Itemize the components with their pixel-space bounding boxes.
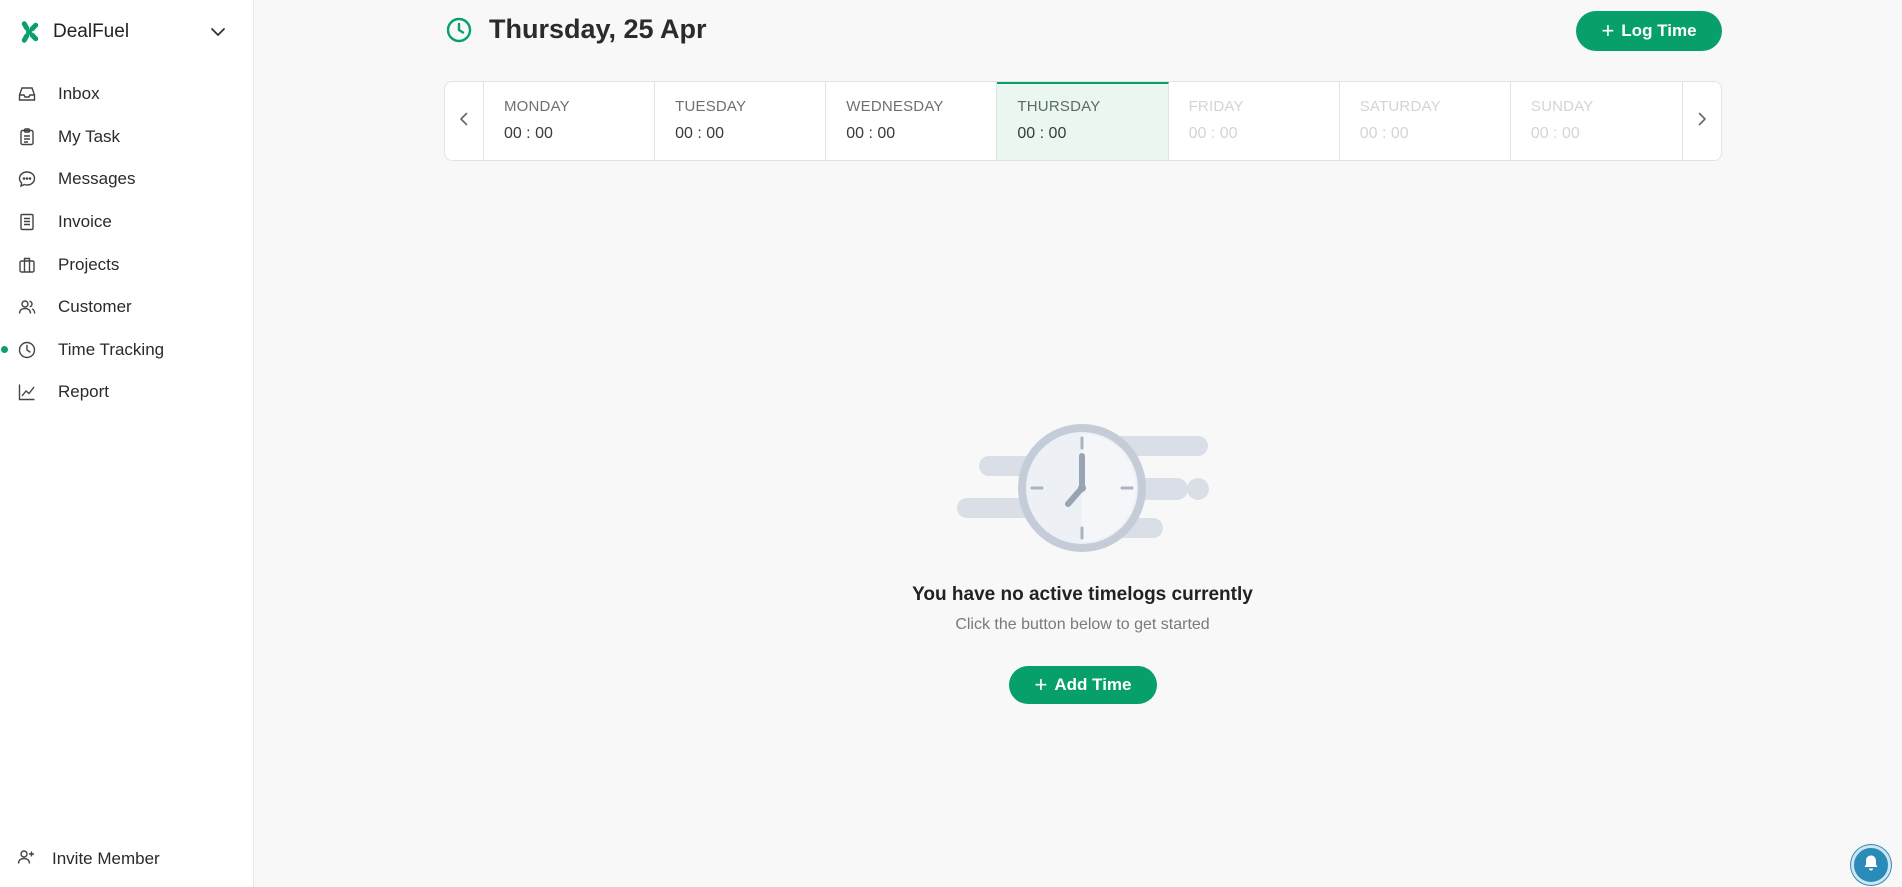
log-time-label: Log Time <box>1621 21 1697 40</box>
day-saturday: SATURDAY 00 : 00 <box>1340 82 1511 160</box>
sidebar-item-label: Invoice <box>58 212 112 232</box>
day-name: TUESDAY <box>675 98 747 115</box>
dealfuel-logo-icon <box>14 17 44 47</box>
day-sunday: SUNDAY 00 : 00 <box>1511 82 1682 160</box>
sidebar-item-my-task[interactable]: My Task <box>0 116 254 159</box>
next-week-button[interactable] <box>1682 82 1721 160</box>
day-name: MONDAY <box>503 98 570 115</box>
log-time-button[interactable]: + Log Time <box>1576 11 1722 51</box>
workspace-name: DealFuel <box>53 21 130 42</box>
sidebar-item-report[interactable]: Report <box>0 371 254 414</box>
day-thursday[interactable]: THURSDAY 00 : 00 <box>997 82 1169 160</box>
user-plus-icon <box>16 847 36 872</box>
invoice-icon <box>16 211 38 233</box>
clock-icon <box>16 339 38 361</box>
day-tuesday[interactable]: TUESDAY 00 : 00 <box>655 82 827 160</box>
day-total-time: 00 : 00 <box>846 125 896 142</box>
sidebar-item-invoice[interactable]: Invoice <box>0 201 254 244</box>
sidebar-item-label: Projects <box>58 254 120 274</box>
main-nav: Inbox My Task Messages Invoice Projects <box>0 73 254 414</box>
day-total-time: 00 : 00 <box>1188 125 1238 142</box>
sidebar-item-label: Messages <box>58 169 136 189</box>
day-friday: FRIDAY 00 : 00 <box>1169 82 1340 160</box>
add-time-button[interactable]: + Add Time <box>1009 666 1157 704</box>
sidebar-item-customer[interactable]: Customer <box>0 286 254 329</box>
bell-icon <box>1861 853 1881 878</box>
day-wednesday[interactable]: WEDNESDAY 00 : 00 <box>826 82 998 160</box>
clipboard-icon <box>16 126 38 148</box>
invite-member-button[interactable]: Invite Member <box>16 846 160 872</box>
day-total-time: 00 : 00 <box>675 125 725 142</box>
day-name: WEDNESDAY <box>846 98 944 115</box>
page-title: Thursday, 25 Apr <box>489 14 707 44</box>
empty-state-title: You have no active timelogs currently <box>912 584 1253 605</box>
sidebar: DealFuel Inbox My Task Messages Invoice … <box>0 0 254 887</box>
day-name: THURSDAY <box>1017 98 1101 115</box>
invite-member-label: Invite Member <box>52 849 160 868</box>
sidebar-item-label: Report <box>58 382 110 402</box>
plus-icon: + <box>1034 672 1048 697</box>
chevron-left-icon <box>456 111 472 132</box>
sidebar-item-label: Time Tracking <box>58 339 165 359</box>
stopwatch-illustration-icon <box>955 420 1210 555</box>
day-total-time: 00 : 00 <box>503 125 553 142</box>
previous-week-button[interactable] <box>445 82 484 160</box>
sidebar-item-label: My Task <box>58 126 121 146</box>
briefcase-icon <box>16 254 38 276</box>
day-name: SATURDAY <box>1359 98 1441 115</box>
plus-icon: + <box>1601 18 1615 43</box>
workspace-switcher[interactable]: DealFuel <box>14 18 228 46</box>
chevron-right-icon <box>1694 111 1710 132</box>
sidebar-item-inbox[interactable]: Inbox <box>0 73 254 116</box>
sidebar-item-time-tracking[interactable]: Time Tracking <box>0 329 254 372</box>
week-selector: MONDAY 00 : 00 TUESDAY 00 : 00 WEDNESDAY… <box>444 81 1722 161</box>
notification-bell-button[interactable] <box>1851 845 1891 885</box>
day-name: FRIDAY <box>1188 98 1244 115</box>
day-total-time: 00 : 00 <box>1017 125 1067 142</box>
empty-state-subtitle: Click the button below to get started <box>955 616 1210 633</box>
active-indicator <box>1 346 8 354</box>
sidebar-item-label: Inbox <box>58 84 100 104</box>
users-icon <box>16 296 38 318</box>
day-total-time: 00 : 00 <box>1530 125 1580 142</box>
chevron-down-icon[interactable] <box>208 22 228 42</box>
clock-icon <box>445 16 473 44</box>
chart-line-icon <box>16 381 38 403</box>
chat-icon <box>16 168 38 190</box>
day-monday[interactable]: MONDAY 00 : 00 <box>484 82 656 160</box>
sidebar-item-label: Customer <box>58 297 132 317</box>
day-total-time: 00 : 00 <box>1359 125 1409 142</box>
day-name: SUNDAY <box>1530 98 1594 115</box>
inbox-icon <box>16 83 38 105</box>
sidebar-item-projects[interactable]: Projects <box>0 243 254 286</box>
sidebar-item-messages[interactable]: Messages <box>0 158 254 201</box>
add-time-label: Add Time <box>1054 675 1132 694</box>
